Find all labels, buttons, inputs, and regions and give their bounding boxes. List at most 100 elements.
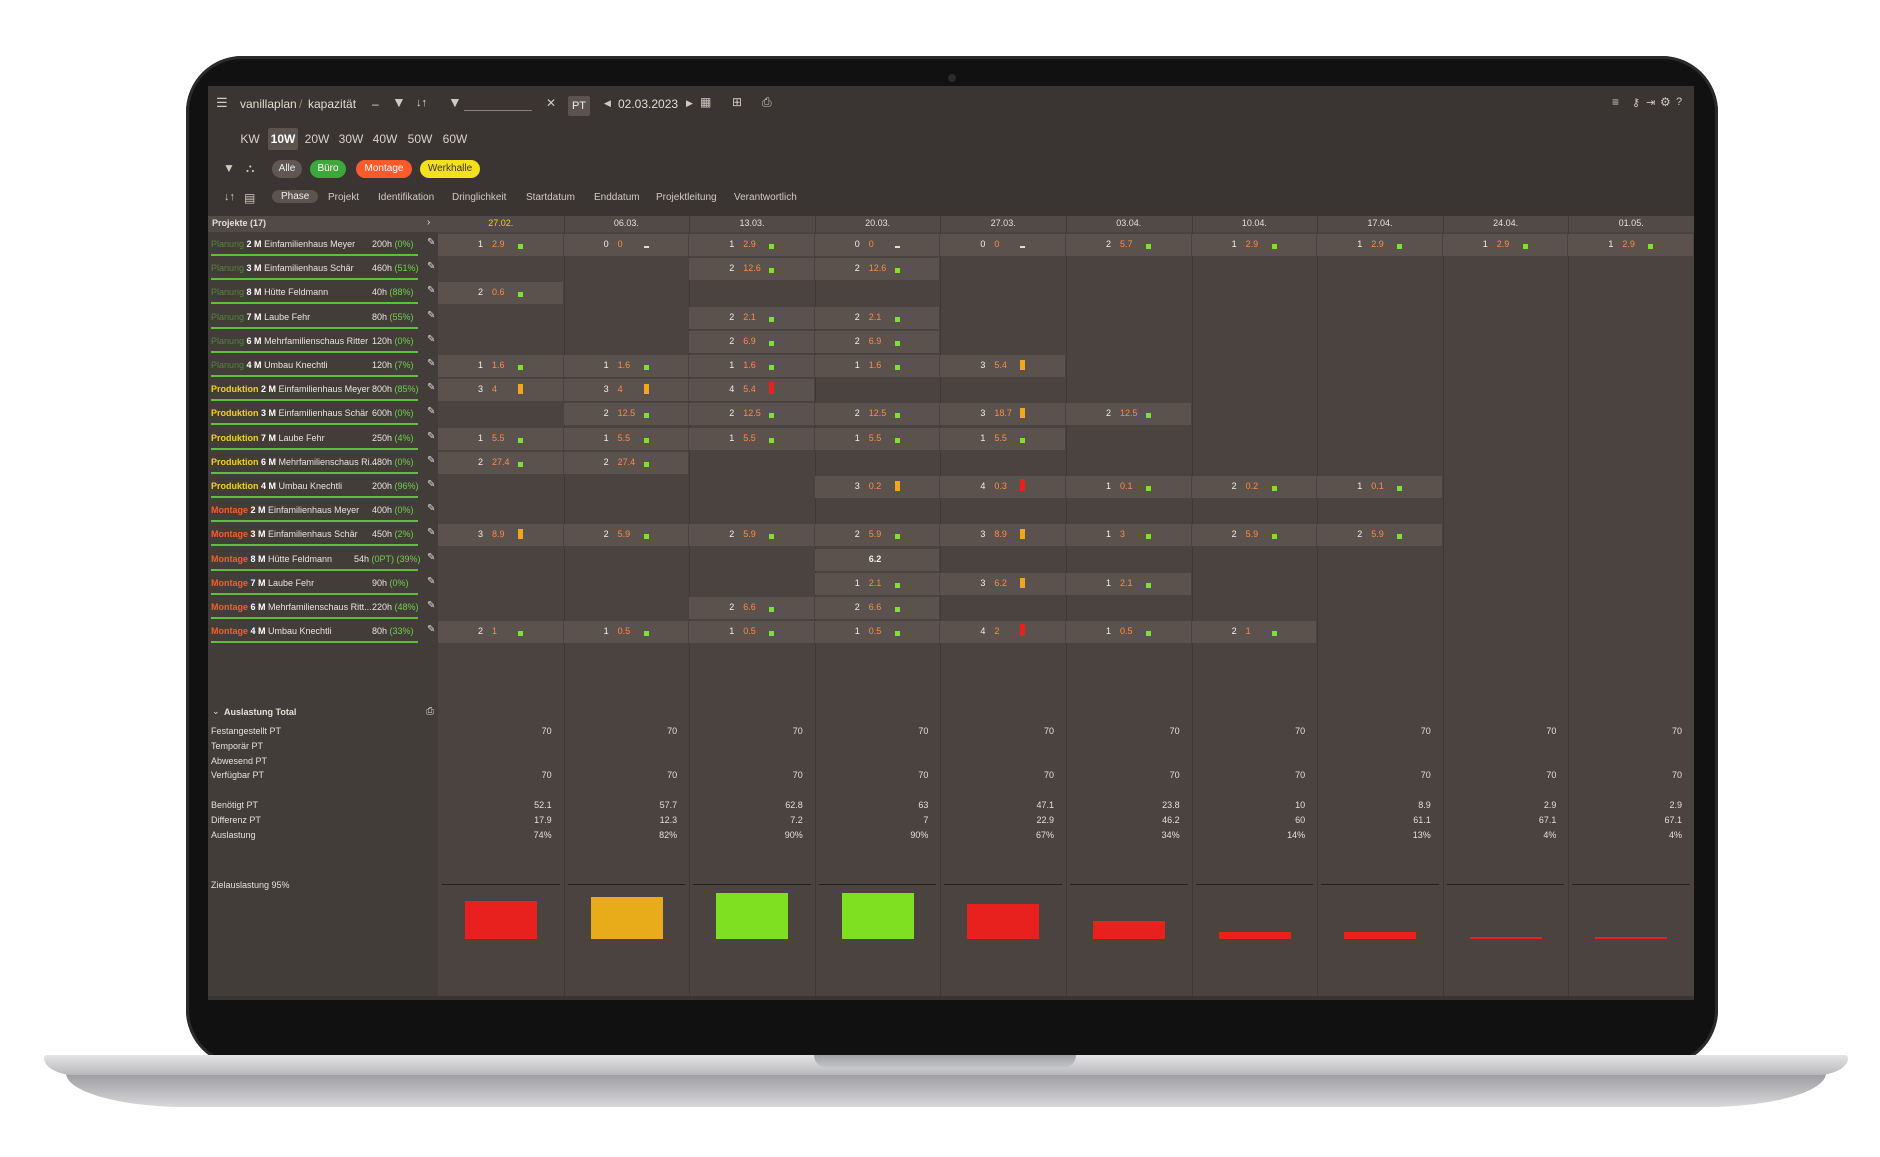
allocation-cell[interactable]: 1 2.1 [814,572,940,595]
allocation-cell[interactable]: 2 6.6 [689,597,814,619]
allocation-cell[interactable]: 21 [438,621,563,644]
project-row[interactable]: Produktion 4 M Umbau Knechtli 200h (96%) ✎ [208,476,438,498]
allocation-cell[interactable]: 2 6.6 [814,597,940,619]
chevron-right-icon[interactable]: › [427,217,430,228]
allocation-cell[interactable]: 1 1.6 [438,355,563,377]
allocation-cell[interactable]: 00 [940,234,1065,256]
prev-date-icon[interactable]: ◀ [604,98,611,109]
allocation-cell[interactable]: 1 2.1 [1066,572,1191,595]
allocation-cell[interactable]: 2 0.2 [1191,476,1317,498]
allocation-cell[interactable]: 3 8.9 [940,524,1065,547]
filter-search-icon[interactable]: ▼ [448,94,462,110]
edit-icon[interactable]: ✎ [427,527,435,538]
allocation-cell[interactable]: 1 0.5 [689,621,814,644]
sort-tab-projektleitung[interactable]: Projektleitung [656,192,717,203]
allocation-cell[interactable]: 2 5.9 [563,524,689,547]
edit-icon[interactable]: ✎ [427,334,435,345]
filter-icon[interactable]: ▼ [392,94,406,110]
allocation-cell[interactable]: 1 1.6 [814,355,940,377]
project-row[interactable]: Planung 2 M Einfamilienhaus Meyer 200h (0… [208,234,438,256]
sort-dropdown[interactable]: ↓↑ [416,97,427,109]
allocation-cell[interactable]: 1 5.5 [563,427,689,450]
allocation-cell[interactable]: 2 6.9 [814,330,940,353]
allocation-cell[interactable]: 2 12.5 [814,403,940,426]
breadcrumb-page[interactable]: kapazität [308,97,356,111]
allocation-cell[interactable]: 6.2 [814,548,940,571]
allocation-cell[interactable]: 2 5.7 [1066,234,1191,256]
edit-icon[interactable]: ✎ [427,382,435,393]
filter-buero-pill[interactable]: Büro [310,160,346,178]
project-row[interactable]: Planung 4 M Umbau Knechtli 120h (7%) ✎ [208,355,438,377]
project-row[interactable]: Montage 6 M Mehrfamilienschaus Ritt... 22… [208,597,438,619]
filter-montage-pill[interactable]: Montage [356,160,412,178]
project-row[interactable]: Montage 7 M Laube Fehr 90h (0%) ✎ [208,573,438,595]
sort-order-icon[interactable]: ↓↑ [224,191,235,203]
allocation-cell[interactable]: 2 12.6 [689,258,814,281]
calendar-icon[interactable]: ▦ [700,95,711,109]
edit-icon[interactable]: ✎ [427,431,435,442]
allocation-cell[interactable]: 1 2.9 [689,234,814,256]
project-row[interactable]: Montage 2 M Einfamilienhaus Meyer 400h (0… [208,500,438,523]
allocation-cell[interactable]: 3 5.4 [940,355,1065,377]
allocation-cell[interactable]: 1 5.5 [940,427,1065,450]
project-row[interactable]: Produktion 6 M Mehrfamilienschaus Ri... 4… [208,452,438,474]
edit-icon[interactable]: ✎ [427,503,435,514]
project-row[interactable]: Produktion 7 M Laube Fehr 250h (4%) ✎ [208,428,438,450]
zoom-40w[interactable]: 40W [370,128,400,150]
allocation-cell[interactable]: 3 18.7 [940,403,1065,426]
sort-tab-projekt[interactable]: Projekt [328,192,359,203]
project-row[interactable]: Planung 6 M Mehrfamilienschaus Ritter 120… [208,331,438,353]
zoom-20w[interactable]: 20W [302,128,332,150]
key-icon[interactable]: ⚷ [1632,96,1640,109]
allocation-cell[interactable]: 34 [563,379,689,402]
expand-icon[interactable]: ⊞ [732,95,742,109]
allocation-cell[interactable]: 1 0.1 [1066,476,1191,498]
allocation-cell[interactable]: 00 [814,234,940,256]
hierarchy-icon[interactable]: ⛬ [246,161,254,176]
filter-all-pill[interactable]: Alle [272,160,302,178]
filter-icon[interactable]: ▼ [223,161,235,175]
sort-tab-identifikation[interactable]: Identifikation [378,192,434,203]
gear-icon[interactable]: ⚙ [1660,95,1671,109]
allocation-cell[interactable]: 4 0.3 [940,476,1065,498]
edit-icon[interactable]: ✎ [427,406,435,417]
unit-pt-button[interactable]: PT [568,96,590,116]
edit-icon[interactable]: ✎ [427,479,435,490]
building-icon[interactable]: ▤ [244,191,255,205]
chevron-down-icon[interactable]: ⌄ [212,706,220,717]
allocation-cell[interactable]: 1 0.5 [1066,621,1191,644]
sort-tab-phase[interactable]: Phase [272,190,319,203]
allocation-cell[interactable]: 1 0.5 [563,621,689,644]
date-display[interactable]: 02.03.2023 [618,97,678,111]
zoom-kw[interactable]: KW [238,128,262,150]
close-icon[interactable]: ✕ [546,96,556,110]
zoom-30w[interactable]: 30W [336,128,366,150]
allocation-cell[interactable]: 1 5.5 [438,427,563,450]
zoom-50w[interactable]: 50W [405,128,435,150]
print-icon[interactable]: ⎙ [762,95,772,110]
allocation-cell[interactable]: 34 [438,379,563,402]
edit-icon[interactable]: ✎ [427,237,435,248]
zoom-60w[interactable]: 60W [440,128,470,150]
allocation-cell[interactable]: 1 0.1 [1317,476,1442,498]
edit-icon[interactable]: ✎ [427,576,435,587]
allocation-cell[interactable]: 2 2.1 [689,306,814,329]
allocation-cell[interactable]: 2 27.4 [438,451,563,474]
allocation-cell[interactable]: 1 0.5 [814,621,940,644]
sort-tab-dringlichkeit[interactable]: Dringlichkeit [452,192,506,203]
allocation-cell[interactable]: 2 5.9 [814,524,940,547]
help-icon[interactable]: ? [1676,96,1682,108]
allocation-cell[interactable]: 42 [940,621,1065,644]
zoom-10w[interactable]: 10W [268,128,298,150]
sort-tab-startdatum[interactable]: Startdatum [526,192,575,203]
edit-icon[interactable]: ✎ [427,455,435,466]
edit-icon[interactable]: ✎ [427,285,435,296]
next-date-icon[interactable]: ▶ [686,98,693,109]
filter-werkhalle-pill[interactable]: Werkhalle [420,160,480,178]
allocation-cell[interactable]: 13 [1066,524,1191,547]
allocation-cell[interactable]: 1 1.6 [563,355,689,377]
breadcrumb-app[interactable]: vanillaplan [240,97,297,111]
allocation-cell[interactable]: 1 5.5 [689,427,814,450]
allocation-cell[interactable]: 00 [563,234,689,256]
project-row[interactable]: Planung 8 M Hütte Feldmann 40h (88%) ✎ [208,282,438,305]
